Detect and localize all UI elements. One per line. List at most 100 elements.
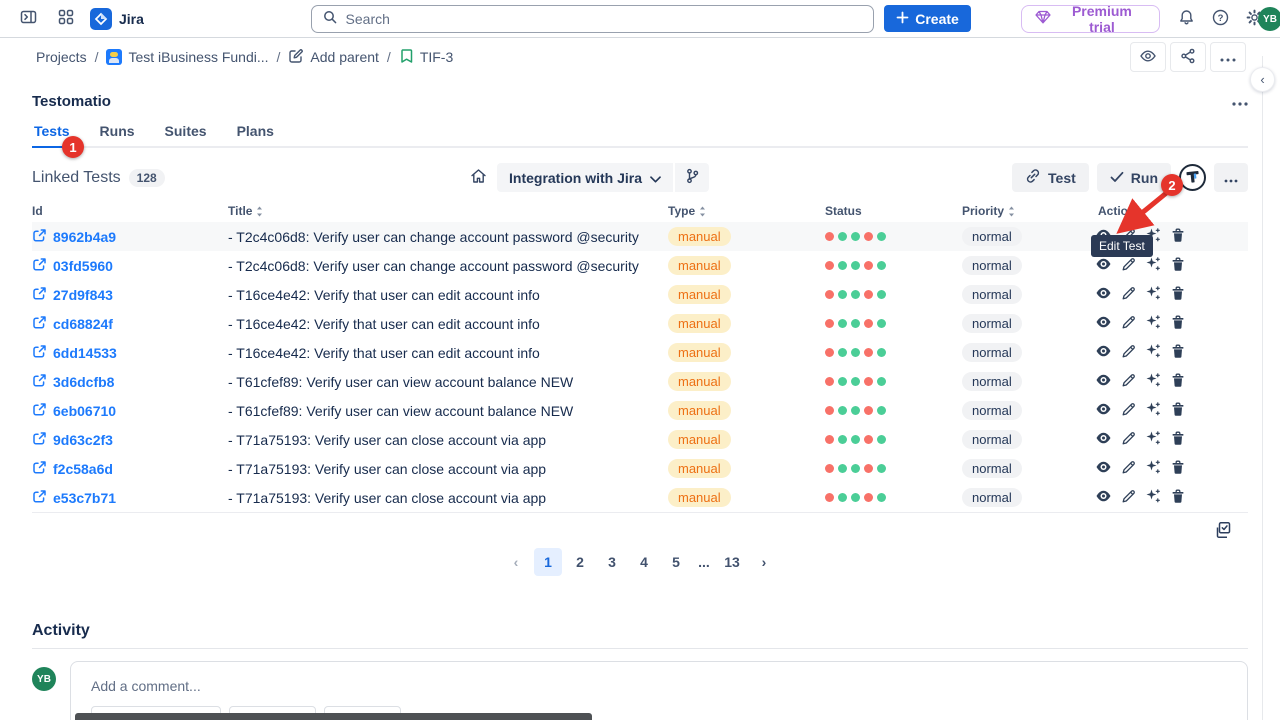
page-button-2[interactable]: 2: [566, 548, 594, 576]
view-test-button[interactable]: [1094, 489, 1112, 507]
test-id-link[interactable]: 9d63c2f3: [32, 431, 228, 449]
jira-brand[interactable]: Jira: [90, 8, 144, 30]
search-input[interactable]: [346, 11, 864, 27]
test-id-link[interactable]: 6eb06710: [32, 402, 228, 420]
column-header-priority[interactable]: Priority: [962, 204, 1092, 218]
view-test-button[interactable]: [1094, 402, 1112, 420]
view-test-button[interactable]: [1094, 344, 1112, 362]
comment-input[interactable]: [91, 678, 1227, 694]
ai-generate-button[interactable]: [1144, 402, 1162, 420]
tab-runs[interactable]: Runs: [98, 119, 137, 148]
home-button[interactable]: [470, 168, 487, 187]
view-test-button[interactable]: [1094, 315, 1112, 333]
ai-generate-button[interactable]: [1144, 315, 1162, 333]
page-button-13[interactable]: 13: [718, 548, 746, 576]
test-id-link[interactable]: 6dd14533: [32, 344, 228, 362]
test-id-link[interactable]: f2c58a6d: [32, 460, 228, 478]
branch-button[interactable]: [673, 163, 709, 192]
table-header: Id Title Type Status Priority Actions: [32, 200, 1248, 222]
ai-generate-button[interactable]: [1144, 373, 1162, 391]
sidebar-toggle-button[interactable]: [14, 5, 42, 33]
delete-test-button[interactable]: [1169, 315, 1187, 333]
filter-dropdown[interactable]: Integration with Jira: [497, 163, 673, 192]
edit-test-button[interactable]: [1119, 228, 1137, 246]
ai-generate-button[interactable]: [1144, 344, 1162, 362]
comment-editor[interactable]: Status update...Thanks...Agree...: [70, 661, 1248, 720]
premium-trial-button[interactable]: Premium trial: [1021, 5, 1160, 33]
share-button[interactable]: [1170, 42, 1206, 72]
global-search[interactable]: [311, 5, 875, 33]
delete-test-button[interactable]: [1169, 228, 1187, 246]
view-test-button[interactable]: [1094, 431, 1112, 449]
prev-page-button[interactable]: ‹: [502, 548, 530, 576]
panel-more-button[interactable]: [1232, 93, 1248, 110]
view-test-button[interactable]: [1094, 286, 1112, 304]
run-button[interactable]: Run: [1097, 163, 1171, 192]
edit-test-button[interactable]: [1119, 373, 1137, 391]
collapse-panel-button[interactable]: ‹: [1250, 67, 1275, 92]
edit-test-button[interactable]: [1119, 344, 1137, 362]
user-avatar[interactable]: YB: [1258, 7, 1280, 31]
link-test-button[interactable]: Test: [1012, 163, 1089, 192]
testomatio-logo-button[interactable]: [1179, 164, 1206, 191]
create-button[interactable]: Create: [884, 5, 971, 32]
edit-test-button[interactable]: [1119, 489, 1137, 507]
app-switcher-button[interactable]: [52, 5, 80, 33]
ai-generate-button[interactable]: [1144, 489, 1162, 507]
ai-generate-button[interactable]: [1144, 286, 1162, 304]
more-actions-button[interactable]: [1210, 42, 1246, 72]
test-id-link[interactable]: 8962b4a9: [32, 228, 228, 246]
add-parent-button[interactable]: Add parent: [288, 48, 379, 67]
breadcrumb-project[interactable]: Test iBusiness Fundi...: [106, 49, 268, 65]
help-button[interactable]: ?: [1206, 5, 1234, 33]
more-options-button[interactable]: [1214, 163, 1248, 192]
test-id-link[interactable]: 3d6dcfb8: [32, 373, 228, 391]
page-button-1[interactable]: 1: [534, 548, 562, 576]
ai-generate-button[interactable]: [1144, 228, 1162, 246]
ai-generate-button[interactable]: [1144, 431, 1162, 449]
breadcrumb-projects[interactable]: Projects: [36, 49, 87, 65]
breadcrumb-issue-key[interactable]: TIF-3: [399, 48, 453, 67]
bulk-select-button[interactable]: [1212, 520, 1232, 543]
edit-test-button[interactable]: [1119, 460, 1137, 478]
view-test-button[interactable]: [1094, 228, 1112, 246]
tab-plans[interactable]: Plans: [235, 119, 276, 148]
edit-test-button[interactable]: [1119, 431, 1137, 449]
tab-suites[interactable]: Suites: [163, 119, 209, 148]
edit-test-button[interactable]: [1119, 402, 1137, 420]
ai-generate-button[interactable]: [1144, 257, 1162, 275]
status-dot-green: [877, 406, 886, 415]
column-header-type[interactable]: Type: [668, 204, 825, 218]
delete-test-button[interactable]: [1169, 431, 1187, 449]
delete-test-button[interactable]: [1169, 257, 1187, 275]
delete-test-button[interactable]: [1169, 286, 1187, 304]
edit-test-button[interactable]: [1119, 257, 1137, 275]
horizontal-scrollbar-thumb[interactable]: [75, 713, 592, 720]
view-test-button[interactable]: [1094, 460, 1112, 478]
view-test-button[interactable]: [1094, 257, 1112, 275]
test-id-link[interactable]: 27d9f843: [32, 286, 228, 304]
next-page-button[interactable]: ›: [750, 548, 778, 576]
watch-button[interactable]: [1130, 42, 1166, 72]
delete-test-button[interactable]: [1169, 344, 1187, 362]
column-header-title[interactable]: Title: [228, 204, 668, 218]
delete-test-button[interactable]: [1169, 460, 1187, 478]
edit-test-button[interactable]: [1119, 315, 1137, 333]
page-button-3[interactable]: 3: [598, 548, 626, 576]
delete-test-button[interactable]: [1169, 489, 1187, 507]
test-id-link[interactable]: e53c7b71: [32, 489, 228, 507]
ai-generate-button[interactable]: [1144, 460, 1162, 478]
tab-tests[interactable]: Tests: [32, 119, 72, 148]
testomatio-logo-icon: [1185, 169, 1200, 187]
priority-badge: normal: [962, 372, 1022, 391]
edit-test-button[interactable]: [1119, 286, 1137, 304]
delete-test-button[interactable]: [1169, 402, 1187, 420]
page-button-4[interactable]: 4: [630, 548, 658, 576]
delete-test-button[interactable]: [1169, 373, 1187, 391]
page-button-5[interactable]: 5: [662, 548, 690, 576]
notifications-button[interactable]: [1172, 5, 1200, 33]
test-id-link[interactable]: cd68824f: [32, 315, 228, 333]
svg-text:?: ?: [1217, 13, 1223, 24]
view-test-button[interactable]: [1094, 373, 1112, 391]
test-id-link[interactable]: 03fd5960: [32, 257, 228, 275]
